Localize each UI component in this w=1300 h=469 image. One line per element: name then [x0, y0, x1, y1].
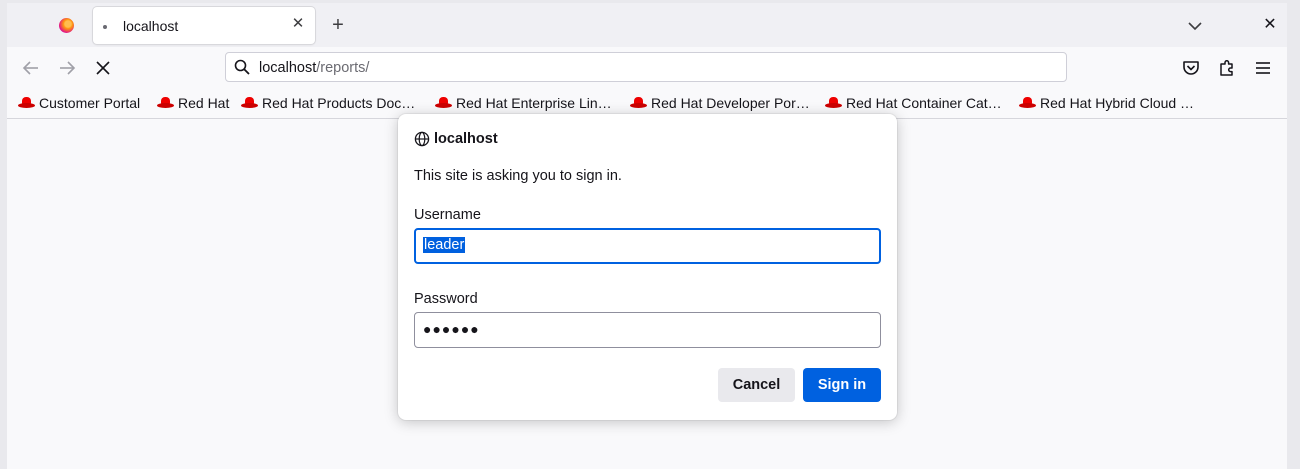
bookmark-red-hat-enterprise-linux[interactable]: Red Hat Enterprise Lin… [435, 95, 612, 113]
bookmark-red-hat-developer-portal[interactable]: Red Hat Developer Por… [630, 95, 810, 113]
bookmark-red-hat-products-doc[interactable]: Red Hat Products Doc… [241, 95, 415, 113]
bookmark-label: Red Hat Developer Por… [651, 95, 810, 111]
arrow-right-icon [60, 61, 76, 75]
red-hat-icon [1019, 97, 1036, 109]
username-field[interactable]: leader [414, 228, 881, 264]
firefox-view-icon[interactable] [59, 18, 74, 33]
bookmark-label: Red Hat Products Doc… [262, 95, 416, 111]
url-host: localhost [259, 60, 317, 76]
extensions-button[interactable] [1217, 58, 1237, 78]
bookmark-label: Red Hat [178, 95, 230, 111]
back-button[interactable] [20, 57, 42, 79]
password-field[interactable]: ●●●●●● [414, 312, 881, 348]
globe-icon [414, 131, 430, 147]
bookmark-red-hat-hybrid-cloud[interactable]: Red Hat Hybrid Cloud … [1019, 95, 1194, 113]
bookmark-label: Red Hat Hybrid Cloud … [1040, 95, 1195, 111]
stop-button[interactable] [92, 57, 114, 79]
pocket-button[interactable] [1181, 58, 1201, 78]
loading-dot-icon [103, 25, 107, 29]
chevron-down-icon [1188, 22, 1202, 31]
bookmark-label: Customer Portal [39, 95, 141, 111]
red-hat-icon [157, 97, 174, 109]
username-label: Username [414, 207, 481, 223]
navigation-toolbar: localhost/reports/ [7, 47, 1287, 90]
forward-button[interactable] [56, 57, 78, 79]
url-text: localhost/reports/ [259, 60, 369, 76]
hamburger-menu-icon [1256, 62, 1270, 74]
sign-in-dialog: localhost This site is asking you to sig… [398, 114, 897, 420]
dialog-host: localhost [434, 131, 498, 147]
app-menu-button[interactable] [1253, 58, 1273, 78]
cancel-button[interactable]: Cancel [718, 368, 795, 402]
bookmark-red-hat[interactable]: Red Hat [157, 95, 229, 113]
search-icon [234, 59, 250, 75]
arrow-left-icon [22, 61, 38, 75]
red-hat-icon [18, 97, 35, 109]
new-tab-button[interactable]: + [328, 15, 348, 36]
red-hat-icon [241, 97, 258, 109]
address-bar[interactable]: localhost/reports/ [225, 52, 1067, 82]
stop-loading-icon [96, 61, 110, 75]
bookmark-red-hat-container-catalog[interactable]: Red Hat Container Cat… [825, 95, 1002, 113]
puzzle-piece-icon [1220, 59, 1233, 76]
tab-localhost[interactable]: localhost ✕ [93, 7, 315, 44]
bookmark-label: Red Hat Container Cat… [846, 95, 1002, 111]
sign-in-button[interactable]: Sign in [803, 368, 881, 402]
bookmark-customer-portal[interactable]: Customer Portal [18, 95, 140, 113]
red-hat-icon [825, 97, 842, 109]
list-all-tabs-button[interactable] [1185, 16, 1205, 36]
username-value: leader [423, 237, 466, 253]
password-label: Password [414, 291, 478, 307]
tab-title: localhost [123, 18, 179, 34]
dialog-message: This site is asking you to sign in. [414, 168, 622, 184]
password-mask: ●●●●●● [423, 321, 480, 337]
red-hat-icon [435, 97, 452, 109]
red-hat-icon [630, 97, 647, 109]
tab-close-icon[interactable]: ✕ [289, 15, 307, 33]
url-path: /reports/ [316, 60, 370, 76]
browser-window: localhost ✕ + ✕ localhost/reports/ Custo… [7, 3, 1287, 469]
pocket-icon [1183, 61, 1199, 75]
tab-bar: localhost ✕ + ✕ [7, 3, 1287, 47]
bookmark-label: Red Hat Enterprise Lin… [456, 95, 612, 111]
window-close-button[interactable]: ✕ [1261, 15, 1279, 35]
